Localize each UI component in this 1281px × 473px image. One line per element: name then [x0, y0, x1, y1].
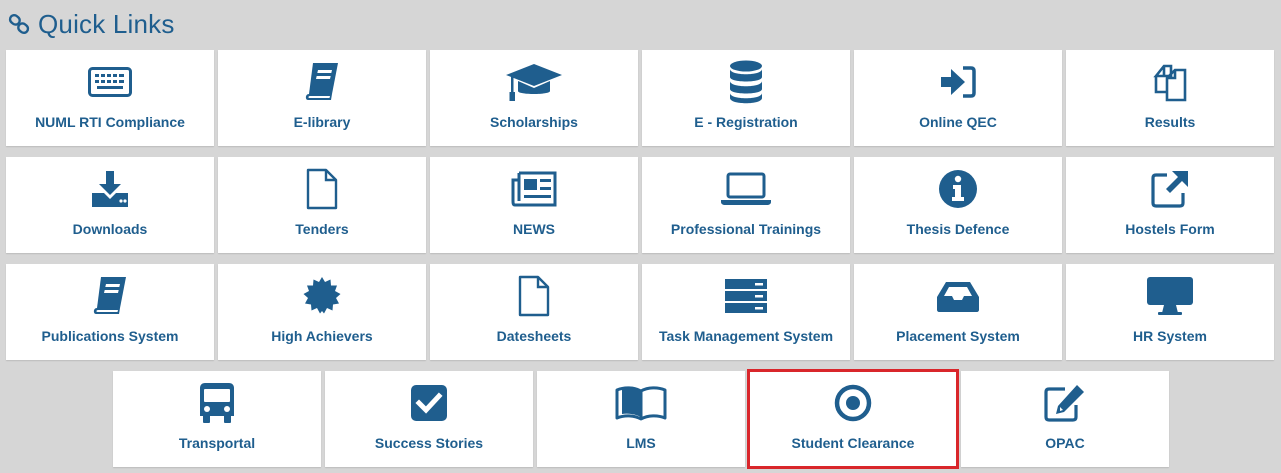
keyboard-icon	[88, 67, 132, 97]
book-icon	[93, 277, 126, 314]
tile-label: Transportal	[178, 435, 256, 451]
tile-success-stories[interactable]: Success Stories	[325, 371, 533, 467]
download-icon	[92, 171, 128, 207]
quick-links-row-4: Transportal Success Stories LMS Student …	[113, 369, 1169, 469]
tile-label: HR System	[1133, 328, 1207, 344]
quick-links-row-1: NUML RTI Compliance E-library Scholarshi…	[6, 50, 1274, 146]
tile-datesheets[interactable]: Datesheets	[430, 264, 638, 360]
tile-label: Task Management System	[658, 328, 834, 344]
tile-label: E - Registration	[694, 114, 798, 130]
tile-lms[interactable]: LMS	[537, 371, 745, 467]
tile-label: Placement System	[896, 328, 1020, 344]
file-icon	[306, 168, 338, 210]
check-square-icon	[411, 385, 447, 421]
tile-e-library[interactable]: E-library	[218, 50, 426, 146]
info-circle-icon	[939, 170, 977, 208]
tile-numl-rti-compliance[interactable]: NUML RTI Compliance	[6, 50, 214, 146]
tile-label: Professional Trainings	[670, 221, 822, 237]
external-link-icon	[1151, 171, 1188, 208]
tile-placement-system[interactable]: Placement System	[854, 264, 1062, 360]
file-icon	[518, 275, 550, 317]
quick-links-row-2: Downloads Tenders NEWS Professional Trai…	[6, 157, 1274, 253]
tile-publications-system[interactable]: Publications System	[6, 264, 214, 360]
tile-hr-system[interactable]: HR System	[1066, 264, 1274, 360]
server-icon	[725, 279, 767, 313]
tile-label: Datesheets	[496, 328, 572, 344]
tile-label: Downloads	[72, 221, 148, 237]
tile-transportal[interactable]: Transportal	[113, 371, 321, 467]
laptop-icon	[721, 172, 771, 205]
desktop-icon	[1147, 277, 1193, 315]
files-icon	[1153, 64, 1187, 102]
edit-icon	[1044, 385, 1084, 422]
tile-label: NUML RTI Compliance	[35, 114, 185, 130]
bus-icon	[200, 383, 234, 423]
book-icon	[305, 63, 338, 100]
tile-hostels-form[interactable]: Hostels Form	[1066, 157, 1274, 253]
tile-thesis-defence[interactable]: Thesis Defence	[854, 157, 1062, 253]
tile-news[interactable]: NEWS	[430, 157, 638, 253]
tile-label: Thesis Defence	[906, 221, 1010, 237]
tile-student-clearance[interactable]: Student Clearance	[747, 369, 959, 469]
tile-high-achievers[interactable]: High Achievers	[218, 264, 426, 360]
tile-label: Publications System	[41, 328, 179, 344]
tile-label: LMS	[626, 435, 656, 451]
tile-label: Online QEC	[919, 114, 997, 130]
inbox-icon	[937, 282, 979, 312]
tile-online-qec[interactable]: Online QEC	[854, 50, 1062, 146]
database-icon	[730, 60, 762, 104]
tile-task-management-system[interactable]: Task Management System	[642, 264, 850, 360]
graduation-cap-icon	[506, 64, 562, 101]
tile-opac[interactable]: OPAC	[961, 371, 1169, 467]
link-icon	[8, 13, 30, 35]
tile-label: Success Stories	[374, 435, 484, 451]
tile-label: OPAC	[1045, 435, 1085, 451]
page-title: Quick Links	[38, 8, 175, 39]
tile-label: Results	[1144, 114, 1196, 130]
tile-e-registration[interactable]: E - Registration	[642, 50, 850, 146]
tile-label: Tenders	[295, 221, 349, 237]
tile-label: Student Clearance	[791, 435, 915, 451]
open-book-icon	[615, 386, 667, 421]
tile-label: High Achievers	[271, 328, 373, 344]
tile-professional-trainings[interactable]: Professional Trainings	[642, 157, 850, 253]
tile-label: Scholarships	[490, 114, 578, 130]
dot-circle-icon	[834, 384, 872, 422]
sign-in-icon	[941, 66, 976, 98]
quick-links-row-3: Publications System High Achievers Dates…	[6, 264, 1274, 360]
quick-links-header: Quick Links	[8, 4, 175, 44]
tile-tenders[interactable]: Tenders	[218, 157, 426, 253]
tile-results[interactable]: Results	[1066, 50, 1274, 146]
tile-scholarships[interactable]: Scholarships	[430, 50, 638, 146]
tile-label: Hostels Form	[1125, 221, 1215, 237]
tile-label: NEWS	[513, 221, 555, 237]
tile-downloads[interactable]: Downloads	[6, 157, 214, 253]
certificate-icon	[303, 277, 341, 314]
tile-label: E-library	[293, 114, 351, 130]
newspaper-icon	[511, 171, 557, 207]
